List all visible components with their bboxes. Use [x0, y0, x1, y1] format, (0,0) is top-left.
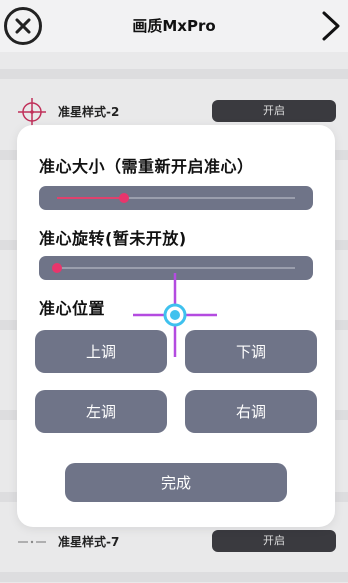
chevron-right-icon[interactable] — [320, 10, 342, 42]
divider — [0, 69, 348, 79]
done-button[interactable]: 完成 — [65, 463, 287, 502]
rotate-label: 准心旋转(暂未开放) — [39, 229, 187, 248]
enable-toggle-button[interactable]: 开启 — [212, 100, 336, 122]
crosshair-style-icon — [18, 98, 46, 126]
slider-track — [57, 267, 295, 269]
list-item-label: 准星样式-2 — [58, 105, 120, 119]
divider — [0, 572, 348, 582]
crosshair-style-icon — [18, 540, 46, 544]
move-right-button[interactable]: 右调 — [185, 390, 317, 433]
position-label: 准心位置 — [39, 299, 106, 318]
move-left-button[interactable]: 左调 — [35, 390, 167, 433]
move-up-button[interactable]: 上调 — [35, 330, 167, 373]
slider-thumb[interactable] — [118, 193, 129, 203]
enable-toggle-button[interactable]: 开启 — [212, 530, 336, 552]
size-label: 准心大小（需重新开启准心） — [39, 157, 254, 176]
size-slider[interactable] — [39, 186, 313, 210]
page-title: 画质MxPro — [132, 17, 216, 35]
slider-fill — [57, 197, 124, 199]
top-bar: 画质MxPro — [0, 0, 348, 52]
move-down-button[interactable]: 下调 — [185, 330, 317, 373]
slider-thumb[interactable] — [52, 263, 62, 273]
list-item-label: 准星样式-7 — [58, 535, 120, 549]
crosshair-settings-dialog: 准心大小（需重新开启准心） 准心旋转(暂未开放) 准心位置 上调 下调 左调 右… — [17, 125, 335, 527]
